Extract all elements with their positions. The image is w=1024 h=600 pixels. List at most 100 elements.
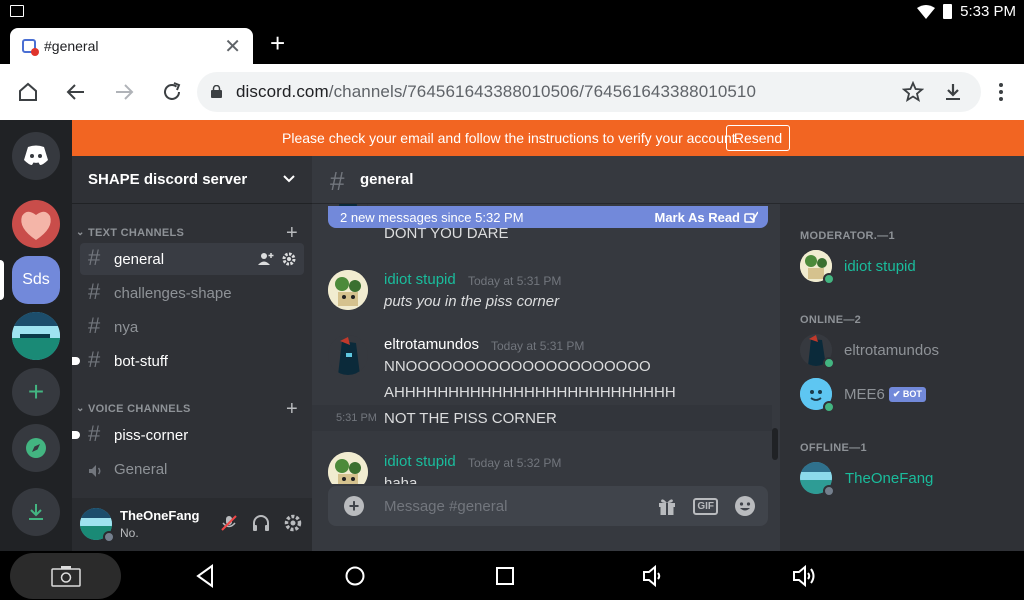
member-name[interactable]: idiot stupid — [844, 258, 916, 275]
gear-icon[interactable] — [282, 252, 296, 266]
server-header[interactable]: SHAPE discord server — [72, 156, 312, 204]
avatar[interactable] — [800, 378, 835, 413]
channel-general[interactable]: # general — [80, 243, 304, 275]
discord-favicon-icon — [22, 39, 39, 56]
new-messages-bar[interactable]: 2 new messages since 5:32 PM Mark As Rea… — [328, 206, 768, 228]
avatar[interactable] — [800, 250, 835, 285]
voice-channel-general[interactable]: General — [80, 453, 304, 485]
download-icon[interactable] — [941, 80, 965, 104]
new-messages-label: 2 new messages since 5:32 PM — [340, 210, 524, 225]
screenshot-button[interactable] — [10, 553, 121, 599]
message-text: NNOOOOOOOOOOOOOOOOOOOOO — [384, 358, 651, 375]
headphones-icon[interactable] — [252, 514, 270, 532]
forward-icon[interactable] — [112, 80, 136, 104]
lock-icon — [211, 85, 222, 98]
hash-icon: # — [330, 166, 345, 196]
hash-icon: # — [88, 279, 101, 304]
caret-down-icon: ⌄ — [76, 403, 85, 414]
channel-challenges-shape[interactable]: # challenges-shape — [80, 277, 304, 309]
mute-microphone-icon[interactable] — [220, 514, 238, 532]
avatar[interactable] — [800, 462, 835, 497]
url-path: /channels/764561643388010506/76456164338… — [328, 82, 757, 101]
nav-home-icon[interactable] — [342, 563, 368, 589]
message-list[interactable]: DONT YOU DARE 2 new messages since 5:32 … — [312, 204, 780, 484]
close-tab-icon[interactable]: ✕ — [224, 34, 241, 59]
category-label: VOICE CHANNELS — [88, 403, 191, 415]
explore-compass-icon[interactable] — [12, 424, 60, 472]
message-author[interactable]: idiot stupid — [384, 453, 456, 470]
channel-bot-stuff[interactable]: # bot-stuff — [72, 345, 304, 377]
channel-nya[interactable]: # nya — [80, 311, 304, 343]
offline-status-icon — [103, 531, 115, 543]
bot-badge-label: BOT — [902, 389, 922, 399]
online-status-icon — [823, 357, 835, 369]
category-voice-channels[interactable]: ⌄ VOICE CHANNELS + — [76, 398, 308, 421]
category-label: TEXT CHANNELS — [88, 227, 185, 239]
volume-up-icon[interactable] — [791, 563, 817, 589]
member-name[interactable]: MEE6 ✔ BOT — [844, 386, 926, 403]
nav-recents-icon[interactable] — [492, 563, 518, 589]
online-status-icon — [823, 273, 835, 285]
avatar[interactable] — [328, 335, 368, 375]
attach-plus-icon[interactable]: + — [344, 496, 364, 516]
server-heart-icon[interactable] — [12, 200, 60, 248]
hash-icon: # — [88, 245, 101, 270]
unread-indicator — [72, 431, 80, 439]
avatar[interactable] — [328, 452, 368, 484]
server-name: SHAPE discord server — [88, 171, 248, 188]
channel-label: nya — [114, 319, 139, 336]
add-channel-icon[interactable]: + — [286, 398, 298, 421]
wifi-icon — [917, 4, 936, 19]
invite-member-icon[interactable] — [258, 252, 274, 266]
resend-button[interactable]: Resend — [726, 125, 790, 151]
reload-icon[interactable] — [160, 80, 184, 104]
member-name-text: MEE6 — [844, 386, 885, 403]
user-settings-gear-icon[interactable] — [284, 514, 302, 532]
nav-back-icon[interactable] — [192, 563, 218, 589]
home-discord-icon[interactable] — [12, 132, 60, 180]
download-apps-icon[interactable] — [12, 488, 60, 536]
message-composer: + Message #general GIF — [328, 486, 768, 526]
message-input[interactable]: Message #general — [384, 498, 507, 515]
message-author[interactable]: eltrotamundos — [384, 336, 479, 353]
message-scrollbar[interactable] — [772, 428, 778, 460]
member-name[interactable]: TheOneFang — [845, 470, 933, 487]
gift-icon[interactable] — [657, 496, 677, 516]
new-tab-button[interactable]: + — [270, 28, 285, 58]
android-nav-bar — [0, 551, 1024, 600]
member-category-offline-label: OFFLINE—1 — [800, 442, 867, 454]
message-text: NOT THE PISS CORNER — [384, 410, 557, 427]
home-icon[interactable] — [16, 80, 40, 104]
address-bar[interactable]: discord.com/channels/764561643388010506/… — [197, 72, 981, 112]
avatar[interactable] — [80, 508, 115, 543]
channel-piss-corner[interactable]: # piss-corner — [72, 419, 304, 451]
category-text-channels[interactable]: ⌄ TEXT CHANNELS + — [76, 222, 308, 245]
bookmark-star-icon[interactable] — [901, 80, 925, 104]
server-abbr: Sds — [22, 271, 50, 288]
clock: 5:33 PM — [960, 3, 1016, 20]
more-options-icon[interactable] — [989, 80, 1013, 104]
server-sds[interactable]: Sds — [12, 256, 60, 304]
message-author[interactable]: idiot stupid — [384, 271, 456, 288]
add-server-button[interactable]: + — [12, 368, 60, 416]
hash-icon: # — [88, 313, 101, 338]
gif-icon[interactable]: GIF — [693, 497, 718, 515]
offline-status-icon — [823, 485, 835, 497]
avatar[interactable] — [800, 334, 835, 369]
member-category-online: ONLINE—2 — [800, 314, 862, 326]
browser-tab[interactable]: #general ✕ — [10, 28, 253, 64]
browser-toolbar: discord.com/channels/764561643388010506/… — [0, 64, 1024, 120]
member-name[interactable]: eltrotamundos — [844, 342, 939, 359]
server-landscape-icon[interactable] — [12, 312, 60, 360]
banner-message: Please check your email and follow the i… — [282, 130, 740, 146]
user-panel: TheOneFang No. — [72, 498, 312, 551]
emoji-icon[interactable] — [734, 495, 756, 517]
volume-down-icon[interactable] — [641, 563, 667, 589]
mark-read-icon[interactable] — [744, 211, 758, 223]
back-icon[interactable] — [64, 80, 88, 104]
add-channel-icon[interactable]: + — [286, 222, 298, 245]
avatar[interactable] — [328, 270, 368, 310]
chevron-down-icon — [283, 175, 295, 183]
channel-label: General — [114, 461, 168, 478]
mark-as-read-button[interactable]: Mark As Read — [655, 210, 741, 225]
